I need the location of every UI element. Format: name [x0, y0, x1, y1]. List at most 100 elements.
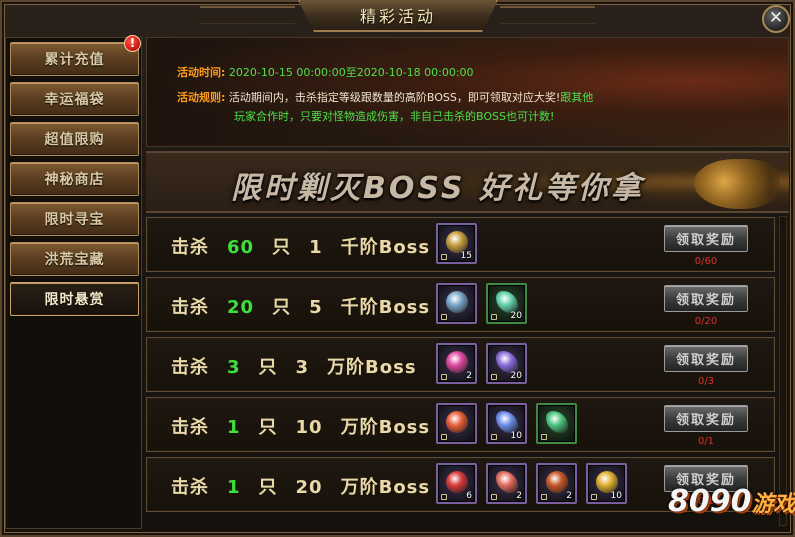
task-unit: 只: [258, 477, 278, 498]
watermark-logo: 8090游戏: [668, 484, 795, 519]
title-plate: 精彩活动: [298, 0, 498, 32]
claim-reward-label: 领取奖励: [675, 293, 736, 308]
task-unit: 只: [258, 417, 278, 438]
rule-text-highlight: 跟其他: [560, 91, 594, 104]
window-title: 精彩活动: [359, 7, 436, 26]
task-row: 击杀 1 只 10 万阶Boss 10 领取奖励 0/1: [146, 397, 775, 452]
task-description: 击杀 20 只 5 千阶Boss: [171, 293, 430, 319]
claim-reward-label: 领取奖励: [675, 233, 736, 248]
reward-items: 20: [436, 283, 527, 324]
rule-text-continued: 玩家合作时，只要对怪物造成伤害，非自己击杀的BOSS也可计数!: [234, 110, 555, 123]
kill-count: 1: [227, 417, 241, 438]
task-unit: 只: [272, 237, 292, 258]
boss-tier: 万阶Boss: [340, 477, 431, 498]
kill-count: 60: [227, 237, 255, 258]
reward-item[interactable]: 2: [486, 463, 527, 504]
activity-time: 活动时间: 2020-10-15 00:00:00至2020-10-18 00:…: [177, 64, 474, 80]
reward-item[interactable]: 20: [486, 343, 527, 384]
sidebar-item[interactable]: 累计充值: [10, 42, 139, 76]
close-icon: ✕: [768, 8, 784, 28]
boss-level: 3: [295, 357, 310, 378]
item-quantity: 6: [466, 491, 472, 501]
task-prefix: 击杀: [171, 477, 209, 498]
close-button[interactable]: ✕: [762, 5, 790, 33]
banner: 限时剿灭BOSS 好礼等你拿: [146, 151, 789, 213]
lock-icon: [491, 434, 497, 440]
kill-progress: 0/20: [694, 316, 718, 327]
reward-item[interactable]: 10: [586, 463, 627, 504]
lock-icon: [441, 434, 447, 440]
sidebar: 累计充值幸运福袋超值限购神秘商店限时寻宝洪荒宝藏限时悬赏: [5, 37, 142, 529]
lock-icon: [491, 494, 497, 500]
reward-item[interactable]: [536, 403, 577, 444]
task-prefix: 击杀: [171, 357, 209, 378]
item-quantity: 2: [516, 491, 522, 501]
reward-item[interactable]: [436, 403, 477, 444]
lock-icon: [541, 494, 547, 500]
red-crystal-icon: [496, 471, 518, 493]
task-description: 击杀 60 只 1 千阶Boss: [171, 233, 430, 259]
ruby-ring-icon: [546, 471, 568, 493]
item-quantity: 20: [510, 311, 522, 321]
sidebar-item[interactable]: 神秘商店: [10, 162, 139, 196]
task-description: 击杀 1 只 20 万阶Boss: [171, 473, 430, 499]
reward-item[interactable]: 20: [486, 283, 527, 324]
green-crystal-icon: [496, 291, 518, 313]
lock-icon: [441, 254, 447, 260]
kill-count: 1: [227, 477, 241, 498]
reward-item[interactable]: 15: [436, 223, 477, 264]
task-row: 击杀 60 只 1 千阶Boss 15 领取奖励 0/60: [146, 217, 775, 272]
claim-reward-button[interactable]: 领取奖励: [664, 405, 748, 432]
reward-items: 6 2 2 10: [436, 463, 627, 504]
item-quantity: 10: [510, 431, 522, 441]
task-prefix: 击杀: [171, 417, 209, 438]
task-unit: 只: [258, 357, 278, 378]
watermark-digits: 8090: [668, 484, 752, 519]
claim-reward-button[interactable]: 领取奖励: [664, 285, 748, 312]
kill-count: 3: [227, 357, 241, 378]
boss-level: 5: [309, 297, 323, 318]
sidebar-item[interactable]: 限时寻宝: [10, 202, 139, 236]
activity-rule-line-2: 玩家合作时，只要对怪物造成伤害，非自己击杀的BOSS也可计数!: [234, 108, 554, 124]
reward-items: 15: [436, 223, 477, 264]
reward-item[interactable]: 10: [486, 403, 527, 444]
sidebar-item[interactable]: 限时悬赏: [10, 282, 139, 316]
time-label: 活动时间:: [177, 66, 226, 79]
sidebar-item[interactable]: 幸运福袋: [10, 82, 139, 116]
notification-badge: !: [124, 35, 141, 52]
claim-reward-button[interactable]: 领取奖励: [664, 225, 748, 252]
task-row: 击杀 3 只 3 万阶Boss 2 20 领取奖励 0/3: [146, 337, 775, 392]
sidebar-item-label: 神秘商店: [44, 172, 105, 188]
item-quantity: 2: [466, 371, 472, 381]
sidebar-item-label: 累计充值: [44, 52, 105, 68]
kill-progress: 0/60: [694, 256, 718, 267]
kill-count: 20: [227, 297, 255, 318]
boss-tier: 万阶Boss: [340, 417, 431, 438]
lock-icon: [591, 494, 597, 500]
task-description: 击杀 3 只 3 万阶Boss: [171, 353, 417, 379]
sidebar-item[interactable]: 洪荒宝藏: [10, 242, 139, 276]
reward-item[interactable]: [436, 283, 477, 324]
rule-label: 活动规则:: [177, 91, 226, 104]
boss-level: 1: [309, 237, 323, 258]
sidebar-item-label: 洪荒宝藏: [44, 252, 105, 268]
reward-item[interactable]: 2: [536, 463, 577, 504]
purple-crystal-icon: [496, 351, 518, 373]
title-ornament-left: [200, 6, 295, 24]
task-prefix: 击杀: [171, 237, 209, 258]
claim-reward-label: 领取奖励: [675, 413, 736, 428]
lock-icon: [541, 434, 547, 440]
scrollbar[interactable]: [779, 216, 787, 526]
lock-icon: [441, 314, 447, 320]
sidebar-item-label: 幸运福袋: [44, 92, 105, 108]
reward-item[interactable]: 2: [436, 343, 477, 384]
reward-item[interactable]: 6: [436, 463, 477, 504]
lock-icon: [491, 374, 497, 380]
sidebar-item[interactable]: 超值限购: [10, 122, 139, 156]
activity-rule: 活动规则: 活动期间内，击杀指定等级跟数量的高阶BOSS，即可领取对应大奖!跟其…: [177, 89, 593, 105]
boss-tier: 千阶Boss: [340, 297, 431, 318]
claim-reward-button[interactable]: 领取奖励: [664, 345, 748, 372]
info-panel: 活动时间: 2020-10-15 00:00:00至2020-10-18 00:…: [146, 37, 789, 147]
pink-gem-icon: [446, 351, 468, 373]
compass-icon: [446, 291, 468, 313]
